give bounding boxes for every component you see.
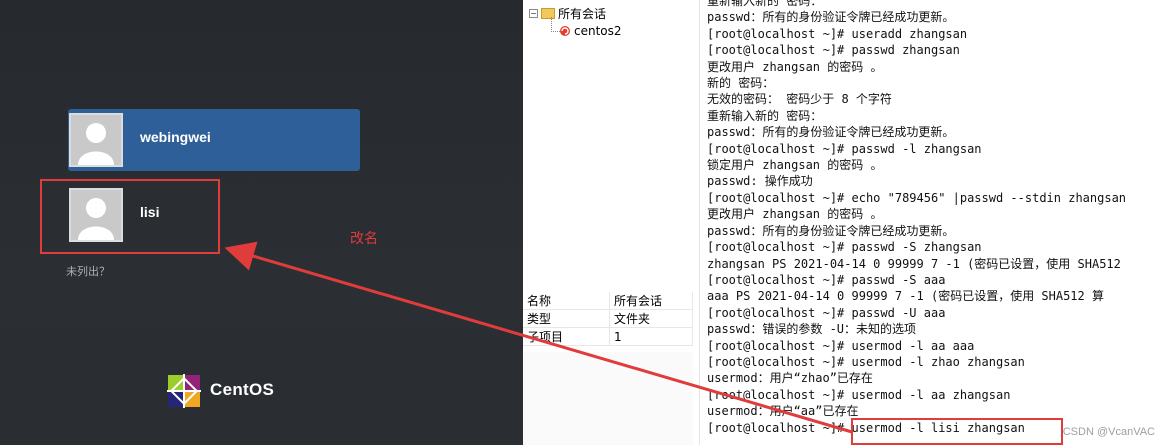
terminal-line: 更改用户 zhangsan 的密码 。: [707, 207, 883, 222]
terminal-line: [root@localhost ~]# passwd -l zhangsan: [707, 141, 982, 156]
terminal-line: 重新输入新的 密码：: [707, 108, 823, 123]
terminal-line: zhangsan PS 2021-04-14 0 99999 7 -1 (密码已…: [707, 256, 1121, 271]
terminal-line: 无效的密码： 密码少于 8 个字符: [707, 92, 892, 107]
terminal-line: [root@localhost ~]# passwd -S aaa: [707, 272, 946, 287]
session-panel: − 所有会话 centos2 名称 所有会话 类型 文件夹 子项目 1: [523, 0, 700, 445]
terminal-line: [root@localhost ~]# useradd zhangsan: [707, 26, 968, 41]
not-listed-link[interactable]: 未列出？: [66, 263, 110, 279]
user-avatar-icon: [69, 113, 123, 167]
tree-root-all-sessions[interactable]: − 所有会话: [529, 5, 606, 22]
terminal-line: [root@localhost ~]# usermod -l zhao zhan…: [707, 354, 1025, 369]
property-row: 类型 文件夹: [523, 309, 693, 328]
terminal-line: [root@localhost ~]# usermod -l aa aaa: [707, 338, 975, 353]
lisi-highlight-box: [40, 179, 220, 254]
property-value: 1: [609, 327, 693, 346]
terminal-line: 锁定用户 zhangsan 的密码 。: [707, 158, 883, 173]
terminal-line: usermod：用户“zhao”已存在: [707, 371, 873, 386]
terminal-line: [root@localhost ~]# usermod -l aa zhangs…: [707, 387, 1011, 402]
terminal-line: 更改用户 zhangsan 的密码 。: [707, 59, 883, 74]
properties-table: 名称 所有会话 类型 文件夹 子项目 1: [523, 292, 693, 346]
property-key: 子项目: [523, 327, 610, 346]
terminal-line: passwd: 操作成功: [707, 174, 813, 189]
session-swirl-icon: [560, 26, 570, 36]
terminal-window[interactable]: 重新输入新的 密码： passwd：所有的身份验证令牌已经成功更新。 [root…: [700, 0, 1167, 445]
terminal-line: passwd：错误的参数 -U：未知的选项: [707, 322, 917, 337]
command-highlight-box: [851, 418, 1063, 445]
terminal-line: [root@localhost ~]# passwd -U aaa: [707, 305, 946, 320]
tree-item-label: centos2: [574, 24, 622, 38]
tree-item-centos2[interactable]: centos2: [559, 24, 622, 38]
centos-logo-text: CentOS: [210, 380, 275, 399]
login-screen: webingwei lisi 改名 未列出？ CentOS: [0, 0, 523, 445]
csdn-watermark: CSDN @VcanVAC: [1062, 426, 1155, 438]
tree-root-label: 所有会话: [558, 7, 607, 21]
terminal-line: passwd：所有的身份验证令牌已经成功更新。: [707, 125, 955, 140]
terminal-line: aaa PS 2021-04-14 0 99999 7 -1 (密码已设置，使用…: [707, 289, 1104, 304]
centos-logo-icon: [167, 374, 201, 408]
user-card-webingwei[interactable]: webingwei: [68, 109, 360, 171]
collapse-icon[interactable]: −: [529, 9, 538, 18]
terminal-line: passwd：所有的身份验证令牌已经成功更新。: [707, 10, 955, 25]
rename-annotation: 改名: [350, 231, 378, 247]
property-key: 类型: [523, 309, 610, 328]
user-name: webingwei: [140, 129, 211, 145]
property-row: 子项目 1: [523, 327, 693, 346]
terminal-line: [root@localhost ~]# passwd -S zhangsan: [707, 240, 982, 255]
terminal-line: [root@localhost ~]# echo "789456" |passw…: [707, 190, 1127, 205]
property-key: 名称: [523, 292, 610, 310]
terminal-line: passwd：所有的身份验证令牌已经成功更新。: [707, 223, 955, 238]
terminal-line: 新的 密码：: [707, 76, 775, 91]
property-row: 名称 所有会话: [523, 292, 693, 310]
terminal-line: [root@localhost ~]# passwd zhangsan: [707, 43, 960, 58]
terminal-line: 重新输入新的 密码：: [707, 0, 823, 8]
property-value: 文件夹: [609, 309, 693, 328]
property-value: 所有会话: [609, 292, 693, 310]
terminal-output: 重新输入新的 密码： passwd：所有的身份验证令牌已经成功更新。 [root…: [707, 0, 1126, 436]
properties-empty-area: [523, 352, 693, 445]
terminal-line: usermod：用户“aa”已存在: [707, 404, 859, 419]
